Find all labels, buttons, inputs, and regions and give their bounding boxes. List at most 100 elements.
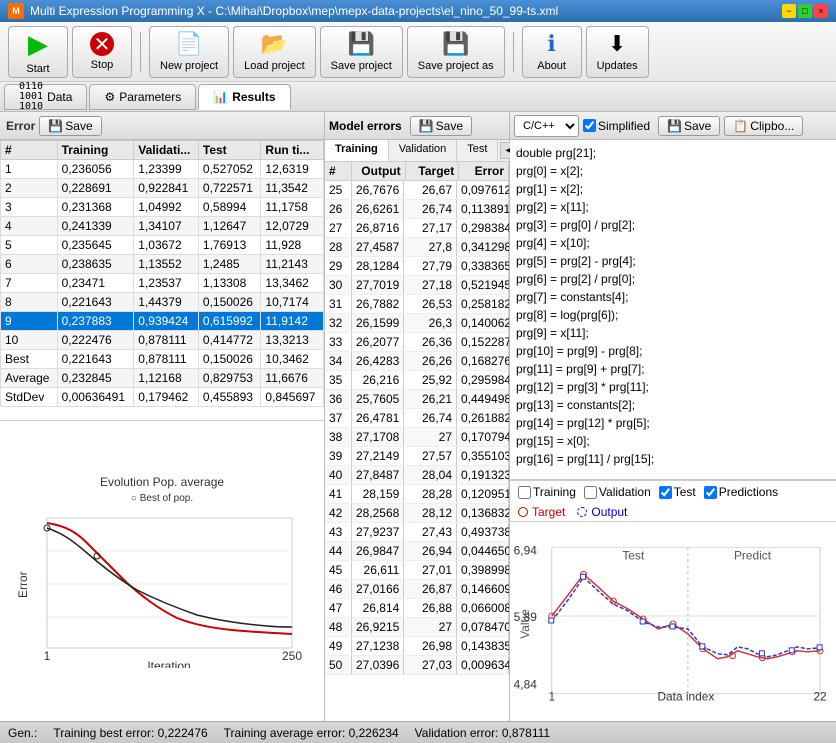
list-item[interactable]: 38 27,1708 27 0,170794 (325, 428, 509, 447)
save-project-as-button[interactable]: 💾 Save project as (407, 26, 505, 78)
window-controls[interactable]: − □ × (782, 4, 828, 18)
predictions-checkbox-label[interactable]: Predictions (704, 485, 778, 499)
load-project-button[interactable]: 📂 Load project (233, 26, 316, 78)
table-row[interactable]: Average 0,232845 1,12168 0,829753 11,667… (1, 369, 324, 388)
minimize-button[interactable]: − (782, 4, 796, 18)
list-item[interactable]: 46 27,0166 26,87 0,146609 (325, 580, 509, 599)
model-save-icon: 💾 (419, 119, 434, 133)
cell-num: 31 (325, 295, 352, 313)
predictions-checkbox[interactable] (704, 486, 717, 499)
save-as-label: Save project as (418, 60, 494, 72)
list-item[interactable]: 37 26,4781 26,74 0,261882 (325, 409, 509, 428)
training-checkbox[interactable] (518, 486, 531, 499)
model-table-scroll[interactable]: 25 26,7676 26,67 0,097612 26 26,6261 26,… (325, 181, 509, 721)
list-item[interactable]: 30 27,7019 27,18 0,521945 (325, 276, 509, 295)
list-item[interactable]: 33 26,2077 26,36 0,152287 (325, 333, 509, 352)
code-save-button[interactable]: 💾 Save (658, 116, 720, 136)
new-project-button[interactable]: 📄 New project (149, 26, 229, 78)
cell-valid: 1,34107 (134, 217, 199, 236)
language-select[interactable]: C/C++ Python (514, 115, 579, 137)
clipboard-button[interactable]: 📋 Clipbo... (724, 116, 803, 136)
cell-valid: 1,13552 (134, 255, 199, 274)
list-item[interactable]: 41 28,159 28,28 0,120951 (325, 485, 509, 504)
updates-button[interactable]: ⬇ Updates (586, 26, 649, 78)
cell-error: 0,341298 (457, 238, 509, 256)
list-item[interactable]: 43 27,9237 27,43 0,493738 (325, 523, 509, 542)
list-item[interactable]: 34 26,4283 26,26 0,168276 (325, 352, 509, 371)
list-item[interactable]: 49 27,1238 26,98 0,143835 (325, 637, 509, 656)
table-row[interactable]: 1 0,236056 1,23399 0,527052 12,6319 (1, 160, 324, 179)
start-button[interactable]: ▶ Start (8, 26, 68, 78)
list-item[interactable]: 50 27,0396 27,03 0,009634 (325, 656, 509, 675)
list-item[interactable]: 27 26,8716 27,17 0,298384 (325, 219, 509, 238)
about-button[interactable]: ℹ About (522, 26, 582, 78)
simplified-checkbox[interactable] (583, 119, 596, 132)
cell-test: 0,414772 (198, 331, 261, 350)
list-item[interactable]: 35 26,216 25,92 0,295984 (325, 371, 509, 390)
code-line: prg[14] = prg[12] * prg[5]; (516, 414, 830, 432)
table-row[interactable]: 4 0,241339 1,34107 1,12647 12,0729 (1, 217, 324, 236)
tab-training[interactable]: Training (325, 140, 389, 161)
cell-num: 29 (325, 257, 352, 275)
list-item[interactable]: 29 28,1284 27,79 0,338365 (325, 257, 509, 276)
list-item[interactable]: 44 26,9847 26,94 0,044650 (325, 542, 509, 561)
list-item[interactable]: 36 25,7605 26,21 0,449498 (325, 390, 509, 409)
table-row[interactable]: 6 0,238635 1,13552 1,2485 11,2143 (1, 255, 324, 274)
close-button[interactable]: × (814, 4, 828, 18)
model-save-button[interactable]: 💾 Save (410, 116, 472, 136)
list-item[interactable]: 40 27,8487 28,04 0,191323 (325, 466, 509, 485)
table-row[interactable]: StdDev 0,00636491 0,179462 0,455893 0,84… (1, 388, 324, 407)
table-row[interactable]: 10 0,222476 0,878111 0,414772 13,3213 (1, 331, 324, 350)
list-item[interactable]: 45 26,611 27,01 0,398998 (325, 561, 509, 580)
cell-num: 37 (325, 409, 352, 427)
cell-target: 26,88 (404, 599, 457, 617)
test-checkbox[interactable] (659, 486, 672, 499)
validation-checkbox-label[interactable]: Validation (584, 485, 651, 499)
cell-num: 39 (325, 447, 352, 465)
list-item[interactable]: 31 26,7882 26,53 0,258182 (325, 295, 509, 314)
list-item[interactable]: 32 26,1599 26,3 0,140062 (325, 314, 509, 333)
list-item[interactable]: 25 26,7676 26,67 0,097612 (325, 181, 509, 200)
list-item[interactable]: 28 27,4587 27,8 0,341298 (325, 238, 509, 257)
model-save-label: Save (436, 119, 463, 133)
cell-target: 28,28 (404, 485, 457, 503)
cell-num: 26 (325, 200, 352, 218)
list-item[interactable]: 39 27,2149 27,57 0,355103 (325, 447, 509, 466)
cell-train: 0,00636491 (57, 388, 134, 407)
tab-data[interactable]: 011010011010 Data (4, 84, 87, 110)
start-label: Start (26, 63, 49, 75)
table-row[interactable]: 7 0,23471 1,23537 1,13308 13,3462 (1, 274, 324, 293)
left-save-button[interactable]: 💾 Save (39, 116, 101, 136)
code-line: prg[12] = prg[3] * prg[11]; (516, 378, 830, 396)
list-item[interactable]: 48 26,9215 27 0,078470 (325, 618, 509, 637)
code-area[interactable]: double prg[21];prg[0] = x[2];prg[1] = x[… (510, 140, 836, 480)
save-project-button[interactable]: 💾 Save project (320, 26, 403, 78)
tab-validation[interactable]: Validation (389, 140, 458, 161)
error-table-wrapper[interactable]: # Training Validati... Test Run ti... 1 … (0, 140, 324, 420)
cell-num: 28 (325, 238, 352, 256)
maximize-button[interactable]: □ (798, 4, 812, 18)
tab-parameters[interactable]: ⚙ Parameters (89, 84, 196, 110)
cell-target: 26,74 (404, 409, 457, 427)
new-project-icon: 📄 (175, 31, 202, 57)
cell-valid: 0,922841 (134, 179, 199, 198)
validation-checkbox[interactable] (584, 486, 597, 499)
list-item[interactable]: 42 28,2568 28,12 0,136832 (325, 504, 509, 523)
tab-test[interactable]: Test (457, 140, 498, 161)
table-row[interactable]: 8 0,221643 1,44379 0,150026 10,7174 (1, 293, 324, 312)
list-item[interactable]: 47 26,814 26,88 0,066008 (325, 599, 509, 618)
table-row[interactable]: Best 0,221643 0,878111 0,150026 10,3462 (1, 350, 324, 369)
updates-label: Updates (597, 60, 638, 72)
table-row[interactable]: 9 0,237883 0,939424 0,615992 11,9142 (1, 312, 324, 331)
stop-button[interactable]: ✕ Stop (72, 26, 132, 78)
test-checkbox-label[interactable]: Test (659, 485, 696, 499)
cell-num: 5 (1, 236, 58, 255)
table-row[interactable]: 2 0,228691 0,922841 0,722571 11,3542 (1, 179, 324, 198)
tab-results[interactable]: 📊 Results (198, 84, 290, 110)
cell-num: 34 (325, 352, 352, 370)
table-row[interactable]: 3 0,231368 1,04992 0,58994 11,1758 (1, 198, 324, 217)
table-row[interactable]: 5 0,235645 1,03672 1,76913 11,928 (1, 236, 324, 255)
simplified-checkbox-label[interactable]: Simplified (583, 119, 650, 133)
list-item[interactable]: 26 26,6261 26,74 0,113891 (325, 200, 509, 219)
training-checkbox-label[interactable]: Training (518, 485, 576, 499)
